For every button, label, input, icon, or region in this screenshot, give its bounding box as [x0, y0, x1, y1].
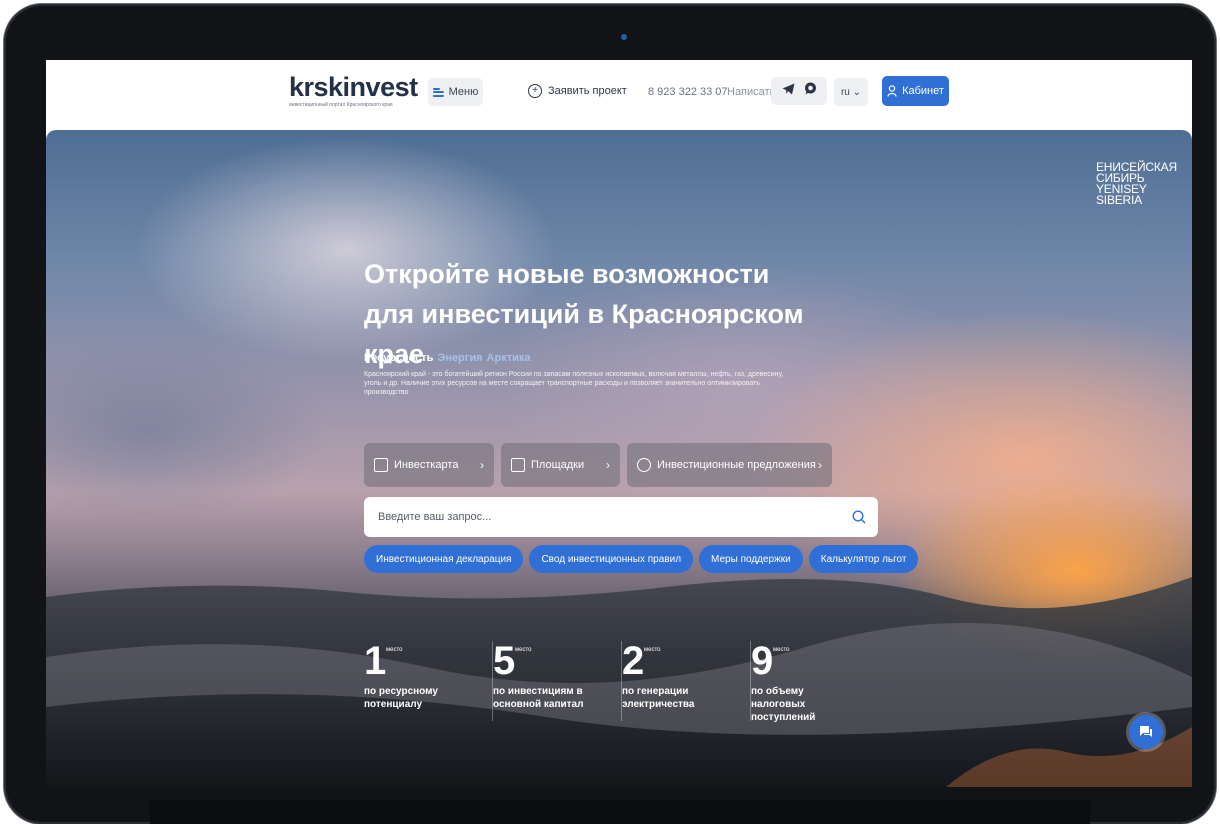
stat-item: 1 место по ресурсному потенциалу — [364, 641, 493, 721]
stat-unit: место — [644, 647, 661, 653]
quick-link-offers[interactable]: Инвестиционные предложения › — [627, 443, 832, 487]
quick-link-sites[interactable]: Площадки › — [501, 443, 620, 487]
chevron-right-icon: › — [480, 458, 484, 472]
logo-text: krskinvest — [289, 72, 418, 102]
stat-item: 5 место по инвестициям в основной капита… — [493, 641, 622, 721]
chat-icon — [1140, 726, 1152, 737]
stat-number: 1 — [364, 639, 387, 683]
ranking-stats: 1 место по ресурсному потенциалу 5 место… — [364, 639, 861, 723]
chevron-right-icon: › — [818, 458, 822, 472]
stat-unit: место — [386, 647, 403, 653]
stat-number: 5 — [493, 639, 516, 683]
whatsapp-icon[interactable] — [804, 82, 817, 100]
stat-item: 2 место по генерации электричества — [622, 641, 751, 721]
stat-unit: место — [773, 647, 790, 653]
submit-project-label: Заявить проект — [548, 85, 627, 97]
user-icon — [887, 85, 897, 97]
stat-number: 2 — [622, 639, 645, 683]
chevron-right-icon: › — [606, 458, 610, 472]
support-measures-button[interactable]: Меры поддержки — [699, 545, 803, 573]
messenger-buttons — [771, 77, 827, 105]
hero-tabs: Ресурсность Энергия Арктика — [364, 352, 530, 364]
site-header: krskinvest инвестиционный портал Красноя… — [46, 60, 1192, 132]
hamburger-icon — [432, 87, 444, 97]
telegram-icon[interactable] — [782, 82, 795, 100]
menu-label: Меню — [448, 86, 479, 98]
quick-link-investmap[interactable]: Инвесткарта › — [364, 443, 494, 487]
investment-declaration-button[interactable]: Инвестиционная декларация — [364, 545, 524, 573]
chat-button[interactable] — [1129, 715, 1163, 749]
language-select[interactable]: ru ⌄ — [834, 78, 868, 106]
quick-link-label: Инвесткарта — [394, 459, 459, 471]
search-icon[interactable] — [852, 510, 866, 524]
map-icon — [374, 458, 388, 472]
hero-banner: ЕНИСЕЙСКАЯ СИБИРЬ YENISEY SIBERIA Открой… — [46, 130, 1192, 787]
search-input[interactable] — [376, 510, 852, 524]
stat-label: по инвестициям в основной капитал — [493, 686, 584, 710]
logo-subtitle: инвестиционный портал Красноярского края — [289, 102, 393, 108]
site-logo[interactable]: krskinvest инвестиционный портал Красноя… — [289, 72, 418, 109]
region-logo-line4: SIBERIA — [1096, 193, 1142, 207]
hero-description: Красноярский край - это богатейший регио… — [364, 371, 784, 396]
menu-button[interactable]: Меню — [428, 78, 483, 106]
investment-rules-button[interactable]: Свод инвестиционных правил — [529, 545, 694, 573]
tab-energy[interactable]: Энергия — [437, 352, 482, 364]
write-label: Написать — [727, 86, 776, 98]
database-icon — [637, 458, 651, 472]
quick-link-label: Инвестиционные предложения — [657, 459, 816, 471]
stat-label: по генерации электричества — [622, 686, 695, 710]
search-bar — [364, 497, 878, 537]
tab-resources[interactable]: Ресурсность — [364, 352, 433, 364]
cabinet-button[interactable]: Кабинет — [882, 76, 949, 106]
yenisey-siberia-logo: ЕНИСЕЙСКАЯ СИБИРЬ YENISEY SIBERIA — [1096, 161, 1177, 207]
action-pills: Инвестиционная декларация Свод инвестици… — [364, 545, 919, 573]
stat-item: 9 место по объему налоговых поступлений — [751, 639, 861, 723]
phone-number[interactable]: 8 923 322 33 07 — [648, 86, 728, 98]
screen: krskinvest инвестиционный портал Красноя… — [46, 60, 1192, 787]
camera-dot — [621, 34, 627, 40]
tab-arctic[interactable]: Арктика — [487, 352, 531, 364]
submit-project-link[interactable]: + Заявить проект — [528, 84, 627, 98]
benefits-calculator-button[interactable]: Калькулятор льгот — [808, 545, 919, 573]
cabinet-label: Кабинет — [902, 85, 944, 97]
stat-label: по ресурсному потенциалу — [364, 686, 438, 710]
quick-link-label: Площадки — [531, 459, 585, 471]
building-icon — [511, 458, 525, 472]
stat-unit: место — [515, 647, 532, 653]
stat-label: по объему налоговых поступлений — [751, 686, 816, 723]
device-bottom-shadow — [150, 800, 1090, 824]
stat-number: 9 — [751, 639, 774, 683]
plus-circle-icon: + — [528, 84, 542, 98]
